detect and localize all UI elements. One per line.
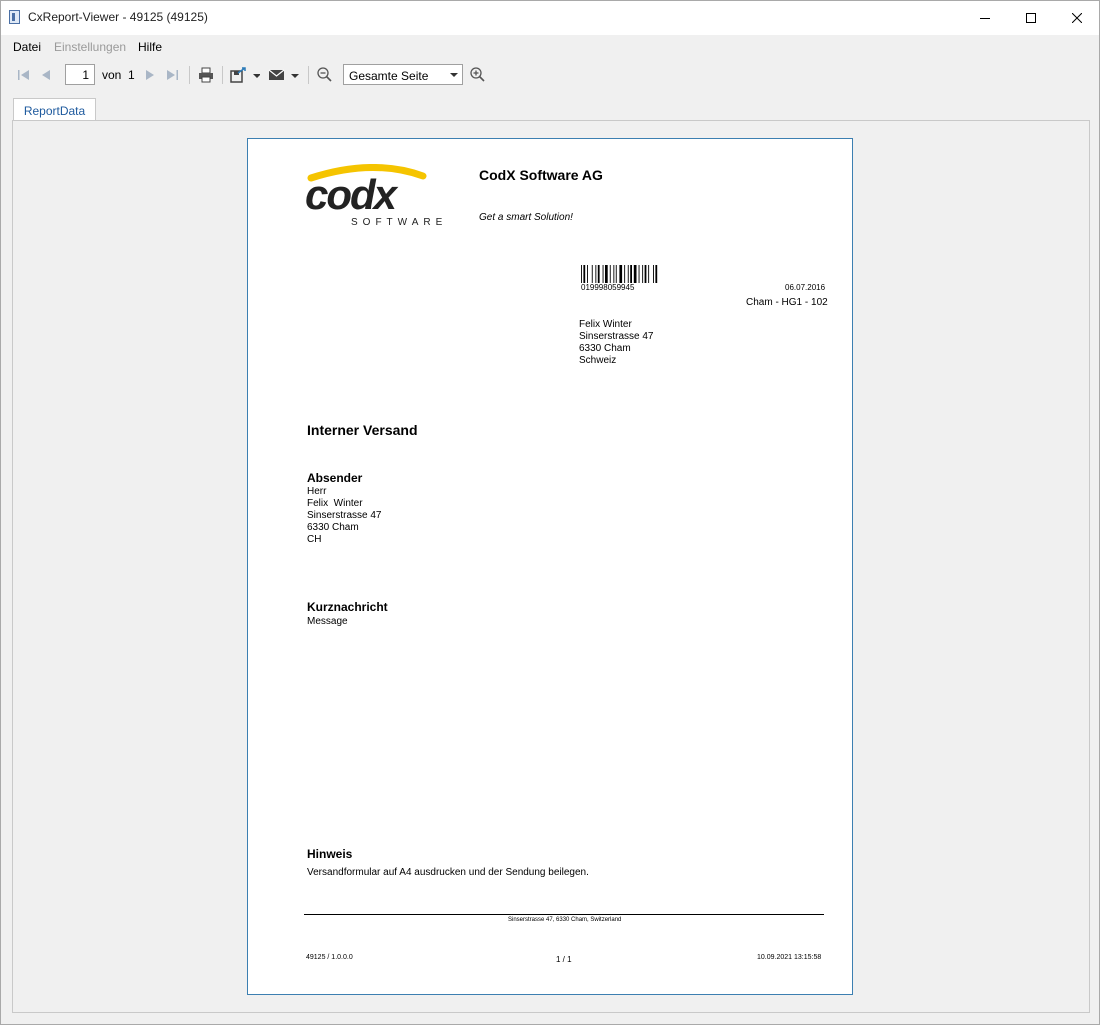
minimize-button[interactable]: [962, 1, 1008, 35]
zoom-dropdown-value: Gesamte Seite: [349, 69, 429, 83]
menu-hilfe[interactable]: Hilfe: [138, 40, 162, 54]
chevron-down-icon: [450, 73, 458, 77]
report-page: codx SOFTWARE CodX Software AG Get a sma…: [247, 138, 853, 995]
barcode-bar: [587, 265, 588, 283]
close-button[interactable]: [1054, 1, 1100, 35]
sender-address: Herr Felix Winter Sinserstrasse 47 6330 …: [307, 486, 381, 546]
barcode-bar: [595, 265, 597, 283]
page-total: 1: [128, 68, 135, 82]
location-code: Cham - HG1 - 102: [746, 297, 828, 308]
barcode-bar: [581, 265, 582, 283]
zoom-out-button[interactable]: [316, 66, 334, 84]
email-button[interactable]: [268, 66, 300, 84]
recipient-line: Schweiz: [579, 355, 617, 366]
barcode-number: 019998059945: [581, 283, 635, 292]
menu-bar: Datei Einstellungen Hilfe: [1, 35, 1099, 59]
barcode-bar: [633, 265, 637, 283]
note-text: Versandformular auf A4 ausdrucken und de…: [307, 867, 589, 878]
barcode-bar: [653, 265, 654, 283]
barcode-bar: [591, 265, 593, 283]
window-title: CxReport-Viewer - 49125 (49125): [28, 10, 208, 24]
close-icon: [1072, 13, 1082, 23]
previous-page-button[interactable]: [38, 67, 54, 83]
toolbar-separator: [222, 66, 223, 84]
barcode-bar: [642, 265, 644, 283]
recipient-address: Felix Winter Sinserstrasse 47 6330 Cham …: [579, 319, 653, 367]
toolbar-separator: [189, 66, 190, 84]
printer-icon: [199, 67, 213, 83]
message-heading: Kurznachricht: [307, 600, 388, 614]
logo-word: codx: [305, 171, 399, 218]
report-heading: Interner Versand: [307, 422, 418, 438]
document-date: 06.07.2016: [785, 283, 826, 292]
barcode-bar: [613, 265, 615, 283]
maximize-icon: [1026, 13, 1036, 23]
footer-address: Sinserstrasse 47, 6330 Cham, Switzerland: [508, 917, 622, 923]
sender-line: Herr: [307, 486, 327, 497]
recipient-line: 6330 Cham: [579, 343, 631, 354]
barcode-bar: [638, 265, 640, 283]
footer-version: 49125 / 1.0.0.0: [306, 954, 353, 961]
sender-heading: Absender: [307, 471, 363, 485]
first-page-icon: [18, 70, 29, 80]
barcode-bar: [644, 265, 647, 283]
toolbar: 1 von 1 Gesamte Seite: [1, 59, 1099, 91]
barcode-bar: [624, 265, 626, 283]
footer-page-number: 1 / 1: [556, 955, 572, 964]
export-icon: [230, 67, 260, 83]
toolbar-separator: [308, 66, 309, 84]
last-page-icon: [167, 70, 178, 80]
sender-line: Sinserstrasse 47: [307, 510, 382, 521]
title-bar: CxReport-Viewer - 49125 (49125): [1, 1, 1099, 35]
recipient-line: Sinserstrasse 47: [579, 331, 654, 342]
zoom-out-icon: [317, 67, 332, 82]
export-button[interactable]: [230, 66, 260, 84]
zoom-in-button[interactable]: [469, 66, 487, 84]
first-page-button[interactable]: [16, 67, 32, 83]
barcode-bar: [655, 265, 658, 283]
barcode-bar: [583, 265, 586, 283]
tab-reportdata[interactable]: ReportData: [13, 98, 96, 121]
sender-line: CH: [307, 534, 322, 545]
barcode-bar: [630, 265, 632, 283]
minimize-icon: [980, 18, 990, 19]
of-label: von: [102, 68, 122, 82]
logo-sub: SOFTWARE: [351, 217, 447, 228]
sender-line: 6330 Cham: [307, 522, 359, 533]
footer-timestamp: 10.09.2021 13:15:58: [757, 954, 822, 961]
barcode-bar: [602, 265, 604, 283]
next-page-button[interactable]: [142, 67, 158, 83]
next-page-icon: [146, 70, 154, 80]
codx-logo: codx SOFTWARE: [305, 164, 447, 228]
zoom-in-icon: [470, 67, 485, 82]
last-page-button[interactable]: [164, 67, 180, 83]
print-button[interactable]: [197, 66, 215, 84]
sender-line: Felix Winter: [307, 498, 363, 509]
company-name: CodX Software AG: [479, 167, 603, 183]
app-icon: [9, 10, 20, 24]
message-text: Message: [307, 616, 348, 627]
note-heading: Hinweis: [307, 847, 353, 861]
barcode-bar: [605, 265, 608, 283]
barcode-bar: [615, 265, 617, 283]
barcode-bar: [609, 265, 611, 283]
page-number-input[interactable]: 1: [65, 64, 95, 85]
zoom-dropdown[interactable]: Gesamte Seite: [343, 64, 463, 85]
footer-divider: [304, 914, 824, 915]
menu-einstellungen[interactable]: Einstellungen: [54, 40, 126, 54]
envelope-icon: [268, 69, 299, 80]
previous-page-icon: [42, 70, 50, 80]
barcode-bar: [627, 265, 629, 283]
maximize-button[interactable]: [1008, 1, 1054, 35]
company-slogan: Get a smart Solution!: [479, 212, 573, 223]
recipient-line: Felix Winter: [579, 319, 632, 330]
barcode-bar: [597, 265, 600, 283]
barcode: [581, 265, 658, 283]
barcode-bar: [619, 265, 623, 283]
barcode-bar: [648, 265, 650, 283]
menu-datei[interactable]: Datei: [13, 40, 41, 54]
